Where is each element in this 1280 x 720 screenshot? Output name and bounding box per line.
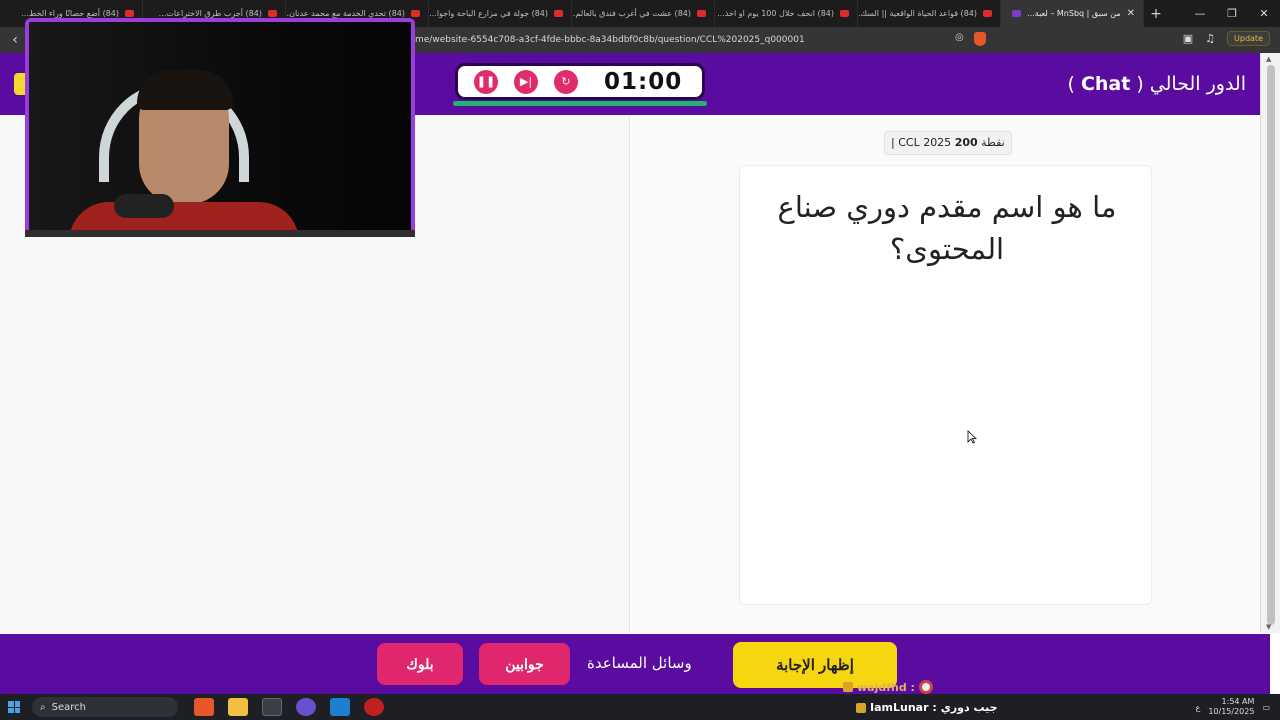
browser-tab[interactable]: (84) قواعد الحياة الواقعية || السك... (858, 0, 1001, 27)
current-turn-label: الدور الحالي ( Chat ) (1067, 73, 1246, 95)
brave-icon[interactable] (194, 698, 214, 716)
timer-display: 01:00 (604, 68, 683, 95)
mouse-cursor-icon (967, 430, 977, 444)
timer-progress-bar (453, 101, 707, 106)
start-button[interactable] (0, 701, 28, 713)
browser-tab-active[interactable]: ✕ من سبق | MnSbq – لعبة... (1001, 0, 1144, 27)
pause-button[interactable]: ❚❚ (474, 69, 498, 94)
new-tab-button[interactable]: + (1144, 6, 1168, 22)
scroll-down-icon[interactable]: ▼ (1266, 623, 1271, 631)
youtube-icon (840, 10, 849, 17)
youtube-icon (268, 10, 277, 17)
restart-button[interactable]: ↻ (554, 69, 578, 94)
language-indicator[interactable]: ع (1196, 703, 1201, 712)
scrollbar-thumb[interactable] (1267, 65, 1275, 625)
youtube-icon (983, 10, 992, 17)
url-field[interactable]: me/website-6554c708-a3cf-4fde-bbbc-8a34b… (415, 32, 1005, 48)
webcam-overlay (25, 18, 415, 237)
timer-panel: ❚❚ ▶︎| ↻ 01:00 (455, 63, 705, 100)
question-text: ما هو اسم مقدم دوري صناع المحتوى؟ (777, 190, 1117, 266)
youtube-icon (411, 10, 420, 17)
stream-chat-message: wajdfhd : (843, 680, 933, 694)
close-window-icon[interactable]: ✕ (1248, 0, 1280, 27)
question-area: نقطة 200 CCL 2025 | ما هو اسم مقدم دوري … (631, 115, 1260, 633)
browser-tab[interactable]: (84) عشت في أغرب فندق بالعالم... (572, 0, 715, 27)
windows-icon (8, 701, 20, 713)
points-badge: نقطة 200 CCL 2025 | (884, 131, 1012, 155)
brave-shield-icon[interactable] (973, 32, 986, 46)
taskbar-search[interactable]: ⌕ Search (32, 697, 178, 717)
browser-tab[interactable]: (84) جولة في مزارع الباحة واجوا... (429, 0, 572, 27)
glasses-icon[interactable]: ◎ (955, 32, 964, 46)
minimize-icon[interactable]: — (1184, 0, 1216, 27)
discord-icon[interactable] (296, 698, 316, 716)
file-explorer-icon[interactable] (228, 698, 248, 716)
toolbar-right: ▣ ♫ Update (1183, 31, 1270, 46)
maximize-icon[interactable]: ❐ (1216, 0, 1248, 27)
steam-icon[interactable] (330, 698, 350, 716)
microphone-icon (114, 194, 174, 218)
browser-tab[interactable]: (84) انحف خلال 100 يوم او اخذ... (715, 0, 858, 27)
page-scrollbar[interactable]: ▲ ▼ (1260, 53, 1280, 633)
site-favicon-icon (1012, 10, 1022, 17)
youtube-icon (125, 10, 134, 17)
update-button[interactable]: Update (1227, 31, 1270, 46)
os-taskbar: ⌕ Search (0, 694, 1280, 720)
webcam-frame-base (25, 230, 415, 237)
emote-icon (918, 680, 933, 694)
system-tray: ع 1:54 AM 10/15/2025 ▭ (1196, 694, 1270, 720)
question-card: ما هو اسم مقدم دوري صناع المحتوى؟ (739, 165, 1152, 605)
game-footer: إظهار الإجابة وسائل المساعدة جوابين بلوك (0, 634, 1270, 694)
scroll-up-icon[interactable]: ▲ (1266, 55, 1271, 63)
app-icon[interactable] (262, 698, 282, 716)
close-tab-icon[interactable]: ✕ (1127, 8, 1135, 19)
pause-icon: ❚❚ (476, 75, 496, 88)
block-button[interactable]: بلوك (377, 643, 463, 685)
taskbar-apps (194, 698, 384, 716)
obs-icon[interactable] (364, 698, 384, 716)
youtube-icon (697, 10, 706, 17)
help-tools-label: وسائل المساعدة (587, 654, 692, 672)
media-icon[interactable]: ♫ (1205, 32, 1215, 45)
notification-icon[interactable]: ▭ (1262, 703, 1270, 712)
skip-icon: ▶︎| (519, 75, 533, 88)
chat-badge-icon (856, 702, 866, 713)
two-answers-button[interactable]: جوابين (479, 643, 570, 685)
chat-badge-icon (843, 682, 853, 692)
window-controls: — ❐ ✕ (1184, 0, 1280, 27)
current-turn-name: Chat (1080, 73, 1131, 95)
restart-icon: ↻ (561, 75, 571, 88)
stream-chat-message: IamLunar : جيب دوري (856, 701, 998, 714)
skip-button[interactable]: ▶︎| (514, 69, 538, 94)
sidebar-icon[interactable]: ▣ (1183, 32, 1193, 45)
address-icons: ◎ (955, 32, 986, 46)
search-icon: ⌕ (40, 701, 46, 713)
taskbar-clock[interactable]: 1:54 AM 10/15/2025 (1208, 697, 1254, 717)
youtube-icon (554, 10, 563, 17)
